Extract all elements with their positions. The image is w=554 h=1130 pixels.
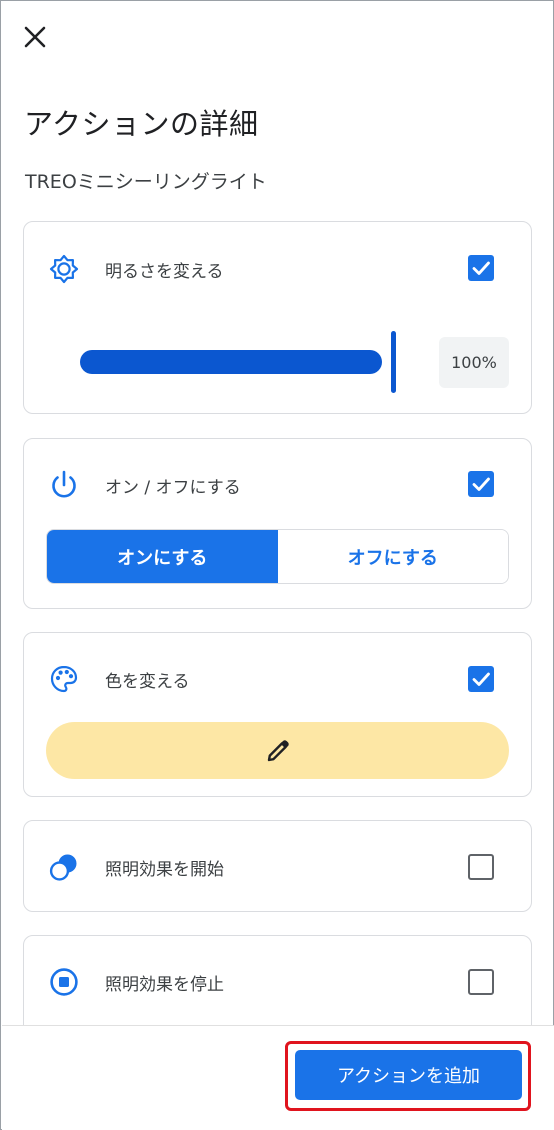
brightness-label: 明るさを変える [105,262,224,282]
start-effect-label: 照明効果を開始 [105,860,224,880]
power-toggle-group: オンにする オフにする [46,529,509,584]
brightness-card: 明るさを変える 100% [23,221,532,414]
stop-circle-icon [50,968,78,996]
brightness-checkbox[interactable] [468,255,494,281]
brightness-slider-track[interactable] [80,350,382,374]
pencil-icon [267,739,289,761]
add-action-button[interactable]: アクションを追加 [295,1050,522,1100]
turn-off-button[interactable]: オフにする [277,530,508,583]
start-effect-checkbox[interactable] [468,854,494,880]
stop-effect-label: 照明効果を停止 [105,975,224,995]
power-icon [52,470,76,498]
action-details-panel: アクションの詳細 TREOミニシーリングライト 明るさを変える 100% オン … [0,0,554,1130]
brightness-slider-thumb[interactable] [391,331,396,393]
turn-on-button[interactable]: オンにする [47,530,278,583]
start-effect-card: 照明効果を開始 [23,820,532,912]
power-checkbox[interactable] [468,471,494,497]
close-icon[interactable] [21,23,49,51]
palette-icon [50,665,78,693]
effect-start-icon [49,854,77,881]
page-title: アクションの詳細 [24,107,259,141]
color-card: 色を変える [23,632,532,797]
stop-effect-checkbox[interactable] [468,969,494,995]
power-card: オン / オフにする オンにする オフにする [23,438,532,609]
stop-effect-card: 照明効果を停止 [23,935,532,1035]
color-label: 色を変える [105,672,190,692]
color-checkbox[interactable] [468,666,494,692]
device-name: TREOミニシーリングライト [25,171,267,193]
color-swatch-button[interactable] [46,722,509,779]
brightness-icon [49,254,79,284]
check-icon [472,672,490,686]
power-label: オン / オフにする [105,478,241,498]
check-icon [472,477,490,491]
brightness-value: 100% [439,337,509,388]
check-icon [472,261,490,275]
